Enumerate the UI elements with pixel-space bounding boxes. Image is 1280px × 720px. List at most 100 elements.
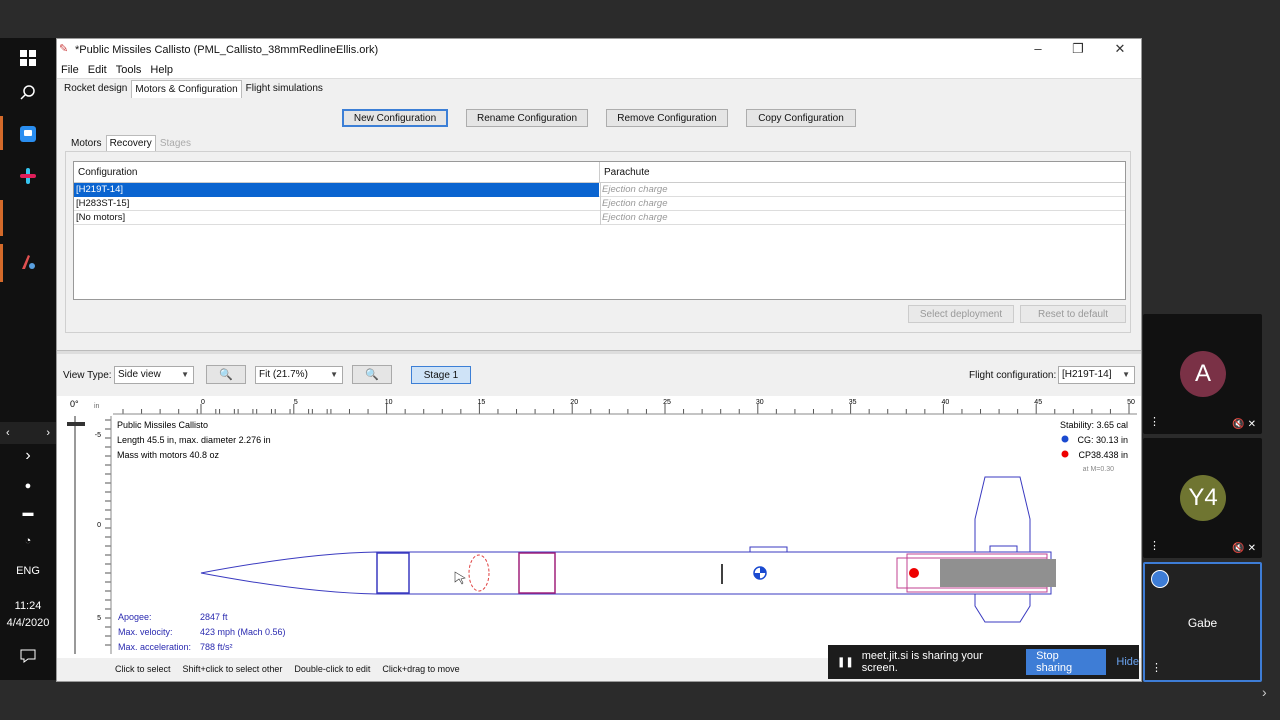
language-indicator[interactable]: ENG — [0, 565, 56, 577]
vertical-ruler: -5 0 5 — [95, 416, 112, 654]
flight-configuration-label: Flight configuration: — [969, 370, 1057, 381]
menu-tools[interactable]: Tools — [116, 64, 142, 76]
ruler-label: 35 — [849, 399, 857, 406]
participant-tile[interactable]: Y4 ⋮ 🔇 ✕ — [1143, 438, 1262, 558]
hint-drag: Click+drag to move — [382, 664, 460, 674]
fin-lower[interactable] — [974, 593, 1031, 623]
tab-stages: Stages — [159, 138, 191, 149]
config-cell[interactable]: [H283ST-15] — [74, 197, 599, 211]
tab-motors[interactable]: Motors — [67, 135, 106, 152]
launch-lug[interactable] — [749, 546, 788, 553]
column-header-configuration[interactable]: Configuration — [74, 162, 600, 183]
windows-taskbar: ‹ › › ● ▬ ◔ ENG 11:24 4/4/2020 — [0, 38, 56, 680]
new-configuration-button[interactable]: New Configuration — [342, 109, 448, 127]
view-type-value: Side view — [118, 369, 161, 380]
participant-tile[interactable]: A ⋮ 🔇 ✕ — [1143, 314, 1262, 434]
share-message: meet.jit.si is sharing your screen. — [861, 650, 983, 674]
ruler-unit: in — [94, 403, 100, 410]
notifications-icon[interactable] — [0, 636, 56, 676]
cp-icon — [909, 568, 919, 578]
more-options-icon[interactable]: ⋮ — [1149, 415, 1160, 428]
rotation-slider[interactable] — [67, 422, 85, 426]
zoom-out-icon: 🔍 — [365, 369, 379, 381]
tab-rocket-design[interactable]: Rocket design — [61, 80, 130, 98]
menu-help[interactable]: Help — [150, 64, 173, 76]
table-row[interactable]: [H219T-14] Ejection charge — [74, 183, 1125, 197]
tab-flight-simulations[interactable]: Flight simulations — [243, 80, 326, 98]
local-participant-tile[interactable]: Gabe ⋮ — [1143, 562, 1262, 682]
config-cell[interactable]: [No motors] — [74, 211, 599, 225]
split-pane-divider[interactable] — [57, 350, 1141, 354]
ruler-label: 0 — [201, 399, 205, 406]
copy-configuration-button[interactable]: Copy Configuration — [746, 109, 856, 127]
rotation-label[interactable]: 0° — [70, 399, 79, 409]
rocket-drawing[interactable] — [200, 476, 1052, 623]
table-row[interactable]: [No motors] Ejection charge — [74, 211, 1125, 225]
screen-share-notification: ❚❚ meet.jit.si is sharing your screen. S… — [828, 645, 1139, 679]
ruler-label: 5 — [294, 399, 298, 406]
hide-button[interactable]: Hide — [1116, 656, 1139, 668]
mach-text: at M=0.30 — [1083, 466, 1114, 473]
stop-sharing-button[interactable]: Stop sharing — [1026, 649, 1107, 675]
openrocket-app-icon[interactable] — [0, 242, 56, 282]
parachute-cell[interactable]: Ejection charge — [600, 211, 1125, 225]
acceleration-label: Max. acceleration: — [118, 642, 192, 652]
ruler-label: 20 — [570, 399, 578, 406]
zoom-in-button[interactable]: 🔍 — [206, 365, 246, 384]
ruler-label: 10 — [385, 399, 393, 406]
wifi-icon[interactable]: ◔ — [0, 521, 56, 561]
zoom-value: Fit (21.7%) — [259, 369, 308, 380]
muted-icon: 🔇 ✕ — [1232, 543, 1256, 554]
remove-configuration-button[interactable]: Remove Configuration — [606, 109, 728, 127]
more-options-icon[interactable]: ⋮ — [1151, 661, 1162, 674]
cp-marker-icon — [1061, 450, 1069, 458]
flight-summary: Apogee: 2847 ft Max. velocity: 423 mph (Ma… — [118, 610, 286, 655]
motor[interactable] — [940, 559, 1056, 587]
table-row[interactable]: [H283ST-15] Ejection charge — [74, 197, 1125, 211]
fin-upper[interactable] — [974, 476, 1031, 553]
zoom-out-button[interactable]: 🔍 — [352, 365, 392, 384]
cg-marker-icon — [1061, 435, 1069, 443]
screen-share-icon — [1151, 570, 1169, 588]
zoom-select[interactable]: Fit (21.7%) ▼ — [255, 366, 343, 384]
parachute-cell[interactable]: Ejection charge — [600, 197, 1125, 211]
more-options-icon[interactable]: ⋮ — [1149, 539, 1160, 552]
menu-edit[interactable]: Edit — [88, 64, 107, 76]
select-deployment-button: Select deployment — [908, 305, 1014, 323]
clock-time[interactable]: 11:24 — [0, 600, 56, 612]
slack-icon[interactable] — [0, 156, 56, 196]
minimize-button[interactable]: – — [1017, 41, 1059, 56]
chevron-down-icon: ▼ — [330, 370, 338, 379]
search-icon[interactable] — [0, 72, 56, 112]
cg-text: CG: 30.13 in — [1077, 435, 1128, 445]
view-type-label: View Type: — [63, 370, 112, 381]
chevron-right-icon[interactable]: › — [1262, 684, 1267, 700]
nose-cone[interactable] — [200, 551, 378, 595]
parachute-cell[interactable]: Ejection charge — [600, 183, 1125, 197]
clock-date[interactable]: 4/4/2020 — [0, 617, 56, 629]
view-type-select[interactable]: Side view ▼ — [114, 366, 194, 384]
chat-app-icon[interactable] — [0, 114, 56, 154]
window-title: *Public Missiles Callisto (PML_Callisto_… — [75, 44, 379, 56]
flight-configuration-select[interactable]: [H219T-14] ▼ — [1058, 366, 1135, 384]
tab-recovery[interactable]: Recovery — [105, 135, 156, 152]
ruler-label: 50 — [1127, 399, 1135, 406]
rocket-length-text: Length 45.5 in, max. diameter 2.276 in — [117, 435, 271, 445]
maximize-button[interactable]: ❐ — [1057, 41, 1099, 57]
column-header-parachute[interactable]: Parachute — [600, 162, 1125, 183]
rename-configuration-button[interactable]: Rename Configuration — [466, 109, 588, 127]
parachute[interactable] — [468, 554, 490, 592]
stage-1-button[interactable]: Stage 1 — [411, 366, 471, 384]
close-button[interactable]: ✕ — [1099, 41, 1141, 57]
fin-tab-upper[interactable] — [989, 545, 1018, 553]
pause-icon: ❚❚ — [837, 656, 854, 668]
menu-file[interactable]: File — [61, 64, 79, 76]
chevron-down-icon: ▼ — [1122, 370, 1130, 379]
bulkhead[interactable] — [376, 552, 410, 594]
coupler[interactable] — [518, 552, 556, 594]
config-cell[interactable]: [H219T-14] — [74, 183, 599, 197]
tab-motors-configuration[interactable]: Motors & Configuration — [131, 80, 242, 98]
hint-shift-click: Shift+click to select other — [182, 664, 283, 674]
rocket-mass-text: Mass with motors 40.8 oz — [117, 450, 220, 460]
apogee-label-text: Apogee: — [118, 612, 152, 622]
